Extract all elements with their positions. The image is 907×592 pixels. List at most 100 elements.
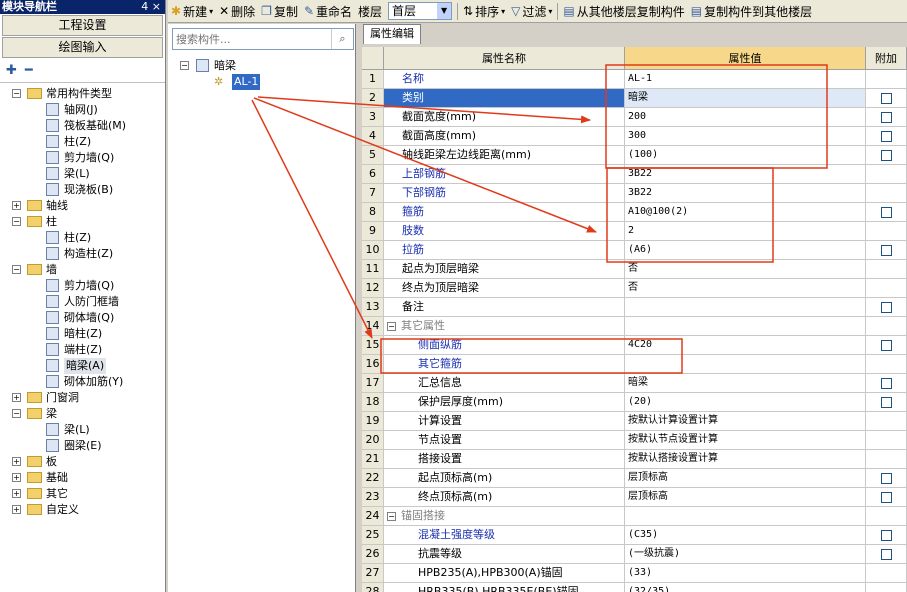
nav-tree-item[interactable]: − 梁 (0, 406, 165, 422)
extra-checkbox[interactable] (880, 472, 892, 484)
nav-tree-item[interactable]: 暗柱(Z) (0, 326, 165, 342)
component-item[interactable]: ✲ AL-1 (168, 74, 355, 90)
property-row[interactable]: 25 混凝土强度等级 (C35) (362, 526, 907, 545)
property-value[interactable]: (A6) (625, 241, 866, 259)
extra-checkbox[interactable] (880, 491, 892, 503)
expand-icon[interactable]: + (12, 393, 21, 402)
property-row[interactable]: 1 名称 AL-1 (362, 70, 907, 89)
extra-checkbox[interactable] (880, 149, 892, 161)
collapse-icon[interactable]: − (12, 409, 21, 418)
nav-tree-item[interactable]: 现浇板(B) (0, 182, 165, 198)
property-group-row[interactable]: 14− 其它属性 (362, 317, 907, 336)
property-row[interactable]: 13 备注 (362, 298, 907, 317)
collapse-icon[interactable]: − (387, 321, 396, 331)
project-settings-button[interactable]: 工程设置 (2, 15, 163, 36)
property-row[interactable]: 11 起点为顶层暗梁否 (362, 260, 907, 279)
property-value[interactable]: 按默认节点设置计算 (625, 431, 866, 449)
property-row[interactable]: 7 下部钢筋 3B22 (362, 184, 907, 203)
property-value[interactable] (625, 298, 866, 316)
nav-tree-item[interactable]: 构造柱(Z) (0, 246, 165, 262)
nav-tree-item[interactable]: 筏板基础(M) (0, 118, 165, 134)
component-root[interactable]: − 暗梁 (168, 58, 355, 74)
collapse-icon[interactable]: − (387, 511, 396, 521)
property-value[interactable]: 3B22 (625, 165, 866, 183)
property-row[interactable]: 6 上部钢筋 3B22 (362, 165, 907, 184)
expand-icon[interactable]: + (12, 201, 21, 210)
property-row[interactable]: 28 HRB335(B),HRB335E(BE)锚固 (32/35) (362, 583, 907, 592)
copy-button[interactable]: ❐ 复制 (258, 3, 301, 20)
nav-tree-item[interactable]: + 轴线 (0, 198, 165, 214)
property-row[interactable]: 5 轴线距梁左边线距离(mm) (100) (362, 146, 907, 165)
nav-tree-item[interactable]: 剪力墙(Q) (0, 150, 165, 166)
new-button[interactable]: ✱ 新建 ▾ (168, 3, 216, 20)
property-value[interactable]: (32/35) (625, 583, 866, 592)
property-value[interactable]: 按默认计算设置计算 (625, 412, 866, 430)
property-row[interactable]: 8 箍筋 A10@100(2) (362, 203, 907, 222)
property-value[interactable] (625, 355, 866, 373)
property-value[interactable]: (100) (625, 146, 866, 164)
collapse-icon[interactable]: − (12, 89, 21, 98)
copy-to-other-floor-button[interactable]: ▤ 复制构件到其他楼层 (688, 3, 815, 20)
nav-tree-item[interactable]: 剪力墙(Q) (0, 278, 165, 294)
collapse-icon[interactable]: − (12, 217, 21, 226)
nav-tree-item[interactable]: 人防门框墙 (0, 294, 165, 310)
drawing-input-button[interactable]: 绘图输入 (2, 37, 163, 58)
extra-checkbox[interactable] (880, 396, 892, 408)
collapse-icon[interactable]: − (12, 265, 21, 274)
collapse-icon[interactable]: − (180, 61, 189, 70)
nav-tree-item[interactable]: 柱(Z) (0, 134, 165, 150)
property-value[interactable]: 暗梁 (625, 374, 866, 392)
property-value[interactable]: 层顶标高 (625, 488, 866, 506)
property-value[interactable]: (C35) (625, 526, 866, 544)
search-icon[interactable]: ⌕ (331, 29, 353, 49)
property-value[interactable]: A10@100(2) (625, 203, 866, 221)
nav-tree-item[interactable]: 圈梁(E) (0, 438, 165, 454)
property-value[interactable]: 否 (625, 260, 866, 278)
nav-tree-item[interactable]: + 基础 (0, 470, 165, 486)
nav-tree-item[interactable]: 柱(Z) (0, 230, 165, 246)
property-value[interactable]: (33) (625, 564, 866, 582)
property-value[interactable]: 300 (625, 127, 866, 145)
property-row[interactable]: 16 其它箍筋 (362, 355, 907, 374)
property-row[interactable]: 20 节点设置 按默认节点设置计算 (362, 431, 907, 450)
property-row[interactable]: 9 肢数 2 (362, 222, 907, 241)
extra-checkbox[interactable] (880, 301, 892, 313)
property-value[interactable]: 200 (625, 108, 866, 126)
extra-checkbox[interactable] (880, 111, 892, 123)
nav-tree-item[interactable]: 砌体加筋(Y) (0, 374, 165, 390)
property-value[interactable]: 2 (625, 222, 866, 240)
property-value[interactable]: 层顶标高 (625, 469, 866, 487)
nav-tree-item[interactable]: 端柱(Z) (0, 342, 165, 358)
property-row[interactable]: 26 抗震等级 (一级抗震) (362, 545, 907, 564)
nav-tree-item[interactable]: − 墙 (0, 262, 165, 278)
nav-tree-item[interactable]: + 其它 (0, 486, 165, 502)
property-row[interactable]: 19 计算设置 按默认计算设置计算 (362, 412, 907, 431)
nav-tree-item[interactable]: − 常用构件类型 (0, 86, 165, 102)
property-value[interactable]: 3B22 (625, 184, 866, 202)
extra-checkbox[interactable] (880, 130, 892, 142)
property-group-row[interactable]: 24− 锚固搭接 (362, 507, 907, 526)
expand-icon[interactable]: + (12, 505, 21, 514)
property-row[interactable]: 12 终点为顶层暗梁否 (362, 279, 907, 298)
property-row[interactable]: 2 类别 暗梁 (362, 89, 907, 108)
sort-button[interactable]: ⇅ 排序 ▾ (460, 3, 508, 20)
property-row[interactable]: 10 拉筋 (A6) (362, 241, 907, 260)
property-row[interactable]: 4 截面高度(mm) 300 (362, 127, 907, 146)
collapse-all-icon[interactable]: ━ (25, 63, 33, 78)
nav-tree-item[interactable]: − 柱 (0, 214, 165, 230)
nav-tree-item[interactable]: 砌体墙(Q) (0, 310, 165, 326)
property-row[interactable]: 3 截面宽度(mm) 200 (362, 108, 907, 127)
expand-icon[interactable]: + (12, 489, 21, 498)
property-row[interactable]: 22 起点顶标高(m) 层顶标高 (362, 469, 907, 488)
rename-button[interactable]: ✎ 重命名 (301, 3, 355, 20)
nav-tree-item[interactable]: 暗梁(A) (0, 358, 165, 374)
nav-tree-item[interactable]: 梁(L) (0, 166, 165, 182)
property-row[interactable]: 17 汇总信息 暗梁 (362, 374, 907, 393)
nav-tree-item[interactable]: + 板 (0, 454, 165, 470)
extra-checkbox[interactable] (880, 548, 892, 560)
expand-all-icon[interactable]: ✚ (6, 63, 17, 78)
extra-checkbox[interactable] (880, 244, 892, 256)
property-row[interactable]: 23 终点顶标高(m) 层顶标高 (362, 488, 907, 507)
expand-icon[interactable]: + (12, 457, 21, 466)
extra-checkbox[interactable] (880, 339, 892, 351)
